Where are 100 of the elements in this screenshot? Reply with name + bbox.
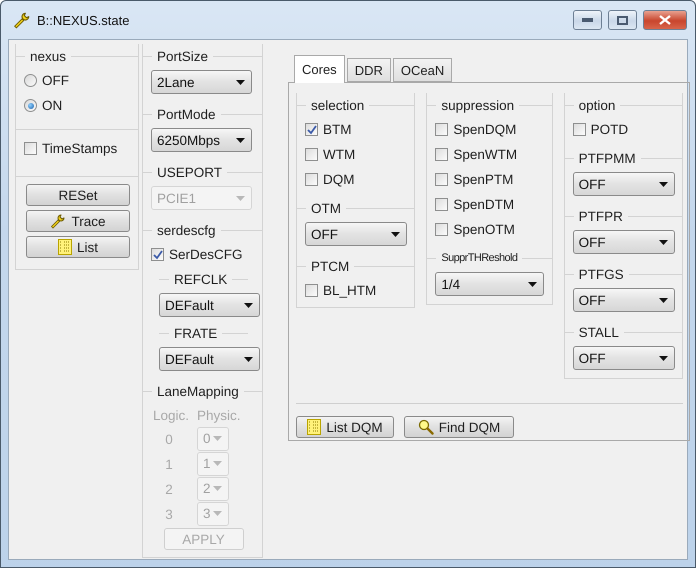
caret-icon bbox=[236, 80, 245, 84]
radio-label: ON bbox=[42, 98, 62, 113]
checkbox[interactable] bbox=[435, 223, 448, 236]
action-button[interactable]: List DQM bbox=[296, 416, 394, 438]
checkbox-label: DQM bbox=[323, 172, 354, 187]
maximize-icon bbox=[617, 16, 628, 24]
checkbox-label: SpenDQM bbox=[453, 122, 516, 137]
column-header: Logic. bbox=[153, 408, 189, 422]
caret-icon bbox=[391, 232, 400, 236]
section-title: OTM bbox=[311, 200, 341, 216]
checkbox-label: SpenWTM bbox=[453, 147, 518, 162]
minimize-icon bbox=[582, 18, 593, 22]
wrench-icon bbox=[13, 11, 31, 29]
checkbox[interactable] bbox=[435, 173, 448, 186]
checkbox-label: WTM bbox=[323, 147, 356, 162]
caret-icon bbox=[528, 282, 538, 286]
window-title: B::NEXUS.state bbox=[37, 12, 130, 28]
section-title: LaneMapping bbox=[157, 384, 239, 398]
section-title: PortMode bbox=[157, 106, 216, 122]
dropdown[interactable]: OFF bbox=[572, 172, 675, 196]
section-title: option bbox=[578, 98, 616, 112]
dropdown[interactable]: DEFault bbox=[159, 347, 260, 371]
wrench-icon bbox=[50, 213, 66, 229]
checkbox-label: POTD bbox=[590, 122, 628, 137]
action-button[interactable]: List bbox=[26, 236, 130, 258]
caret-icon bbox=[213, 436, 222, 441]
tab[interactable]: DDR bbox=[346, 58, 391, 82]
dropdown[interactable]: 1/4 bbox=[435, 272, 544, 296]
lane-number: 3 bbox=[164, 507, 174, 522]
dropdown[interactable]: 6250Mbps bbox=[151, 128, 252, 152]
radio-button[interactable] bbox=[24, 99, 37, 112]
section-title: STALL bbox=[578, 324, 619, 340]
dropdown[interactable]: DEFault bbox=[159, 293, 260, 317]
lane-number: 0 bbox=[164, 432, 174, 447]
caret-icon bbox=[244, 356, 253, 362]
section-title: PTCM bbox=[311, 258, 350, 274]
caret-icon bbox=[658, 356, 668, 360]
section-title: PTFPR bbox=[578, 208, 623, 224]
section-title: PortSize bbox=[157, 48, 208, 64]
radio-label: OFF bbox=[42, 73, 69, 88]
caret-icon bbox=[213, 486, 222, 491]
checkbox[interactable] bbox=[24, 142, 37, 155]
checkbox-label: TimeStamps bbox=[42, 141, 118, 156]
lane-number: 1 bbox=[164, 457, 174, 472]
caret-icon bbox=[236, 196, 245, 200]
lane-number: 2 bbox=[164, 482, 174, 497]
checkbox-label: BTM bbox=[323, 122, 352, 137]
caret-icon bbox=[244, 302, 253, 308]
dropdown[interactable]: OFF bbox=[572, 230, 675, 254]
dropdown[interactable]: 2Lane bbox=[151, 70, 252, 94]
caret-icon bbox=[658, 182, 668, 186]
dropdown[interactable]: OFF bbox=[305, 222, 407, 246]
close-icon bbox=[659, 15, 671, 25]
radio-option[interactable]: ON bbox=[24, 93, 132, 118]
checkbox-label: SerDesCFG bbox=[169, 247, 243, 262]
checkbox-label: SpenOTM bbox=[453, 222, 515, 237]
section-title: serdescfg bbox=[157, 222, 216, 238]
minimize-button[interactable] bbox=[573, 10, 602, 30]
section-title: REFCLK bbox=[174, 272, 228, 286]
section-title: suppression bbox=[441, 98, 514, 112]
action-button[interactable]: Trace bbox=[26, 210, 130, 232]
caret-icon bbox=[213, 511, 222, 516]
section-title: PTFGS bbox=[578, 266, 624, 282]
section-title: USEPORT bbox=[157, 164, 222, 180]
caret-icon bbox=[213, 461, 222, 466]
tab[interactable]: OCeaN bbox=[392, 58, 452, 82]
check-icon bbox=[306, 124, 316, 134]
action-button[interactable]: Find DQM bbox=[404, 416, 514, 438]
section-title: FRATE bbox=[174, 326, 218, 340]
checkbox[interactable] bbox=[151, 248, 164, 261]
caret-icon bbox=[658, 298, 668, 302]
checkbox[interactable] bbox=[305, 148, 318, 161]
list-icon bbox=[58, 239, 72, 255]
close-button[interactable] bbox=[643, 10, 687, 30]
dropdown[interactable]: OFF bbox=[572, 288, 675, 312]
check-icon bbox=[152, 250, 162, 260]
checkbox[interactable] bbox=[572, 123, 586, 136]
action-button[interactable]: RESet bbox=[26, 184, 130, 206]
section-title: nexus bbox=[30, 48, 66, 64]
section-title: PTFPMM bbox=[578, 150, 636, 166]
checkbox[interactable] bbox=[435, 148, 448, 161]
list-icon bbox=[307, 419, 322, 435]
checkbox[interactable] bbox=[435, 123, 448, 136]
tab[interactable]: Cores bbox=[294, 55, 345, 83]
caret-icon bbox=[236, 138, 245, 142]
checkbox-label: SpenPTM bbox=[453, 172, 514, 187]
caret-icon bbox=[658, 240, 668, 244]
section-title: SupprTHReshold bbox=[441, 252, 518, 264]
checkbox[interactable] bbox=[305, 173, 318, 186]
section-title: selection bbox=[311, 98, 364, 112]
search-icon bbox=[418, 419, 434, 435]
column-header: Physic. bbox=[197, 408, 237, 422]
radio-option[interactable]: OFF bbox=[24, 68, 132, 93]
radio-button[interactable] bbox=[24, 74, 37, 87]
checkbox-label: BL_HTM bbox=[323, 283, 376, 298]
maximize-button[interactable] bbox=[608, 10, 637, 30]
checkbox[interactable] bbox=[435, 198, 448, 211]
checkbox[interactable] bbox=[305, 123, 318, 136]
checkbox[interactable] bbox=[305, 284, 318, 297]
dropdown[interactable]: OFF bbox=[572, 346, 675, 370]
